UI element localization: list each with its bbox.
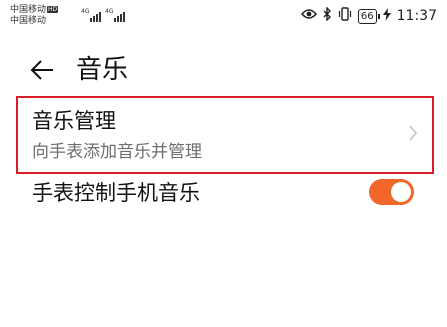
watch-control-label: 手表控制手机音乐 — [32, 181, 200, 205]
page-title: 音乐 — [76, 55, 129, 85]
signal-indicators: 4G 4G — [81, 8, 125, 22]
music-management-title: 音乐管理 — [32, 109, 116, 133]
back-arrow-icon[interactable] — [30, 57, 54, 83]
clock-time: 11:37 — [396, 8, 437, 24]
vibrate-icon — [338, 7, 352, 25]
battery-icon: 66 — [357, 8, 380, 24]
battery-level: 66 — [360, 10, 374, 22]
charging-icon — [382, 7, 391, 25]
carrier-info: 中国移动 HD 中国移动 — [10, 5, 59, 27]
bluetooth-icon — [323, 6, 332, 25]
watch-control-toggle[interactable] — [369, 179, 414, 205]
network-type-label: 4G — [105, 8, 114, 15]
watch-control-row: 手表控制手机音乐 — [0, 176, 447, 212]
eye-comfort-icon — [300, 8, 317, 24]
music-management-item[interactable]: 音乐管理 向手表添加音乐并管理 — [16, 96, 434, 174]
carrier-name-2: 中国移动 — [10, 16, 47, 26]
network-type-label: 4G — [81, 8, 90, 15]
chevron-right-icon — [408, 124, 418, 142]
signal-strength-icon: 4G — [105, 8, 125, 22]
carrier-name-1: 中国移动 — [10, 5, 47, 15]
hd-badge: HD — [47, 6, 59, 13]
signal-strength-icon: 4G — [81, 8, 101, 22]
toggle-knob — [391, 182, 411, 202]
music-management-subtitle: 向手表添加音乐并管理 — [32, 142, 202, 162]
status-right: 66 11:37 — [300, 6, 437, 25]
status-bar: 中国移动 HD 中国移动 4G 4G 66 11:37 — [0, 0, 447, 34]
page-header: 音乐 — [0, 52, 447, 92]
